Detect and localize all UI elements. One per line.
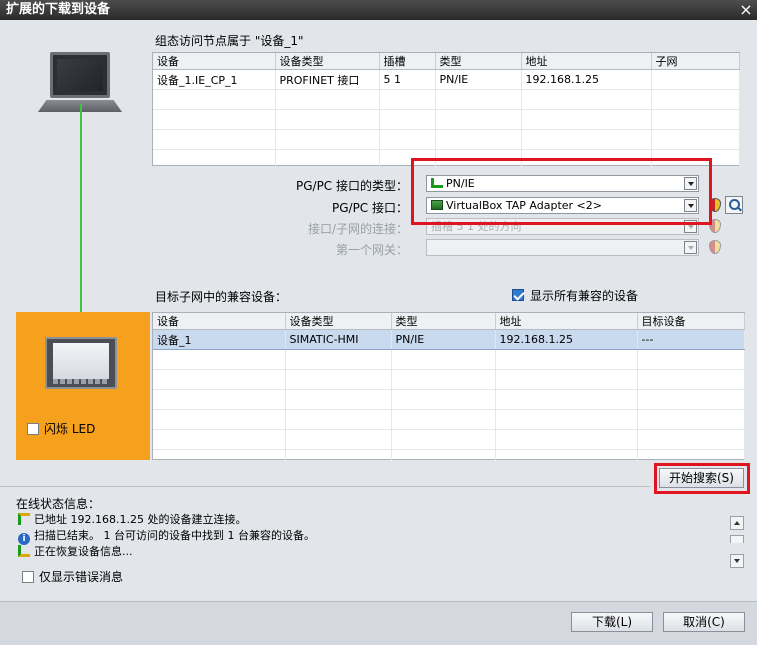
scroll-down-button[interactable] xyxy=(730,554,744,568)
column-header[interactable]: 类型 xyxy=(435,53,522,70)
config-caption: 组态访问节点属于 "设备_1" xyxy=(155,34,304,48)
gateway-label: 第一个网关： xyxy=(335,243,408,257)
empty-row xyxy=(153,89,740,110)
column-header[interactable]: 设备 xyxy=(153,53,276,70)
highlight-box-interface xyxy=(411,158,712,225)
pgpc-type-label: PG/PC 接口的类型： xyxy=(295,179,408,193)
only-errors-label: 仅显示错误消息 xyxy=(39,570,124,584)
empty-row xyxy=(153,349,745,370)
column-header[interactable]: 设备类型 xyxy=(275,53,380,70)
info-icon: i xyxy=(18,533,30,545)
column-header[interactable]: 设备类型 xyxy=(285,313,392,330)
show-all-checkbox[interactable] xyxy=(512,289,524,301)
table-row[interactable]: 设备_1 SIMATIC-HMI PN/IE 192.168.1.25 --- xyxy=(153,329,745,350)
pending-icon xyxy=(18,545,30,557)
status-log: 已地址 192.168.1.25 处的设备建立连接。 i 扫描已结束。 1 台可访… xyxy=(16,511,746,561)
table-cell: 192.168.1.25 xyxy=(495,329,638,350)
empty-row xyxy=(153,369,745,390)
table-cell: --- xyxy=(637,329,745,350)
table-cell: 5 1 xyxy=(379,69,436,90)
window-title: 扩展的下载到设备 xyxy=(6,2,111,17)
dialog-body: 组态访问节点属于 "设备_1" 设备 设备类型 插槽 类型 地址 子网 设备_1.IE_C… xyxy=(0,20,757,645)
scroll-thumb[interactable] xyxy=(730,535,744,543)
empty-row xyxy=(153,409,745,430)
column-header[interactable]: 子网 xyxy=(651,53,740,70)
chevron-down-icon[interactable] xyxy=(684,241,697,254)
download-button[interactable]: 下载(L) xyxy=(571,612,653,632)
table-row[interactable]: 设备_1.IE_CP_1 PROFINET 接口 5 1 PN/IE 192.168.1… xyxy=(153,69,740,90)
highlight-box-search xyxy=(654,463,750,494)
empty-row xyxy=(153,389,745,410)
search-icon[interactable] xyxy=(725,196,743,214)
column-header[interactable]: 地址 xyxy=(521,53,652,70)
empty-row xyxy=(153,129,740,150)
title-bar: 扩展的下载到设备 × xyxy=(0,0,757,20)
subnet-connection-label: 接口/子网的连接： xyxy=(307,222,408,236)
empty-row xyxy=(153,109,740,130)
column-header[interactable]: 地址 xyxy=(495,313,638,330)
table-cell: 设备_1.IE_CP_1 xyxy=(153,69,276,90)
network-icon xyxy=(18,513,30,525)
column-header[interactable]: 目标设备 xyxy=(637,313,745,330)
status-caption: 在线状态信息： xyxy=(16,497,101,511)
flash-led-checkbox[interactable] xyxy=(27,423,39,435)
column-header[interactable]: 类型 xyxy=(391,313,496,330)
shield-icon xyxy=(709,240,721,254)
only-errors-checkbox[interactable] xyxy=(22,571,34,583)
table-cell: SIMATIC-HMI xyxy=(285,329,392,350)
connection-line xyxy=(80,104,82,336)
flash-led-label: 闪烁 LED xyxy=(44,422,96,436)
scroll-up-button[interactable] xyxy=(730,516,744,530)
column-header[interactable]: 设备 xyxy=(153,313,286,330)
empty-row xyxy=(153,429,745,450)
compatible-table: 设备 设备类型 类型 地址 目标设备 设备_1 SIMATIC-HMI PN/IE 192.1… xyxy=(152,312,745,470)
table-cell: PN/IE xyxy=(435,69,522,90)
divider xyxy=(0,486,650,487)
status-line: 已地址 192.168.1.25 处的设备建立连接。 xyxy=(18,513,246,527)
status-line: i 扫描已结束。 1 台可访问的设备中找到 1 台兼容的设备。 xyxy=(18,529,315,545)
column-header[interactable]: 插槽 xyxy=(379,53,436,70)
status-line: 正在恢复设备信息... xyxy=(18,545,133,559)
cancel-button[interactable]: 取消(C) xyxy=(663,612,745,632)
close-icon[interactable]: × xyxy=(737,0,755,20)
table-cell: PN/IE xyxy=(391,329,496,350)
hmi-device-panel: 闪烁 LED xyxy=(16,312,150,460)
show-all-label: 显示所有兼容的设备 xyxy=(530,289,639,303)
table-cell xyxy=(651,69,740,90)
config-table: 设备 设备类型 插槽 类型 地址 子网 设备_1.IE_CP_1 PROFINET 接口 5 … xyxy=(152,52,740,170)
table-cell: 设备_1 xyxy=(153,329,286,350)
compatible-caption: 目标子网中的兼容设备： xyxy=(155,290,288,304)
table-cell: PROFINET 接口 xyxy=(275,69,380,90)
table-cell: 192.168.1.25 xyxy=(521,69,652,90)
pgpc-interface-label: PG/PC 接口： xyxy=(331,201,408,215)
hmi-icon xyxy=(45,337,117,389)
footer-bar: 下载(L) 取消(C) xyxy=(0,601,757,645)
gateway-select[interactable] xyxy=(426,239,699,256)
